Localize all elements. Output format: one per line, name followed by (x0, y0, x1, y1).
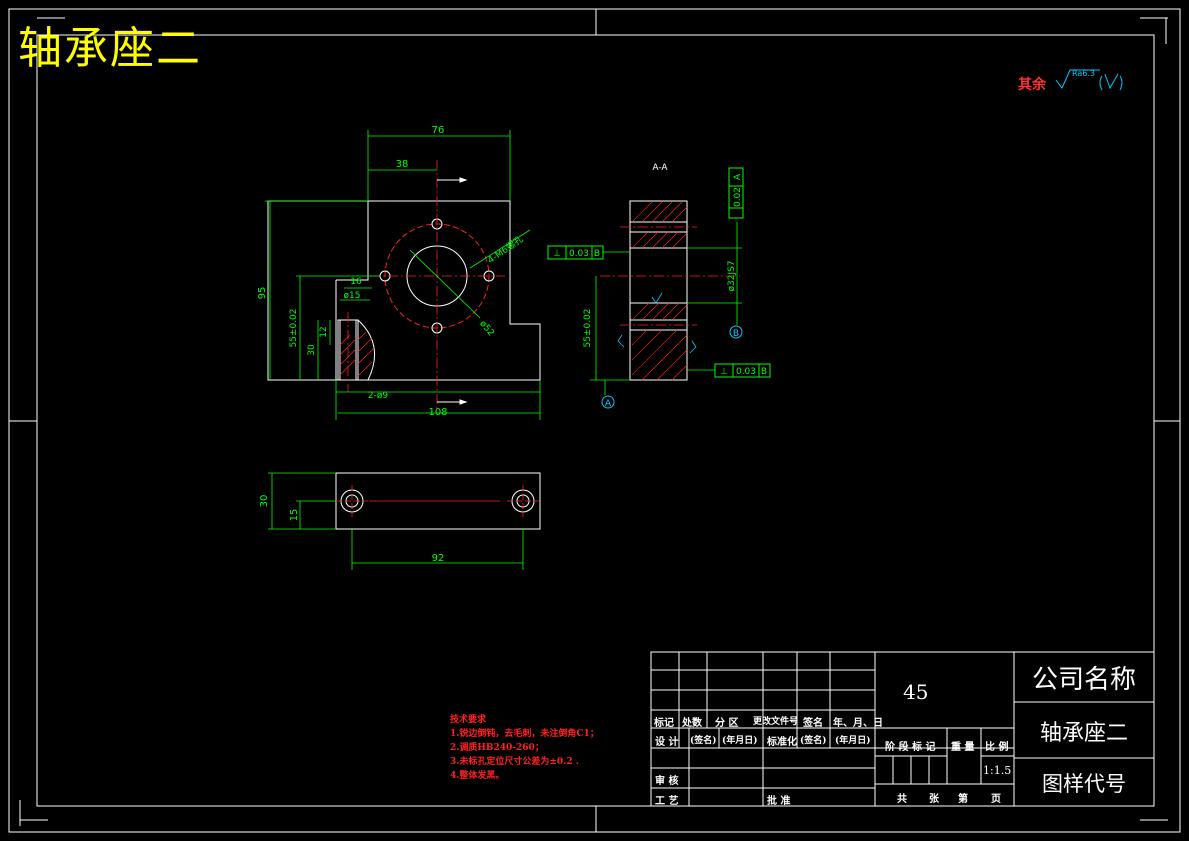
tb-label-gongyi: 工 艺 (655, 796, 679, 807)
dim-phi15: ø15 (344, 291, 361, 301)
section-view: A-A 55±0.02 ø32JS7 0.02 A ⊥ 0.03 B ⊥ 0.0… (547, 163, 771, 409)
tb-label-qianming: 签名 (803, 718, 823, 729)
tb-label-gengai: 更改文件号 (753, 717, 799, 727)
tb-label-biaoji: 标记 (654, 718, 674, 729)
part-name: 轴承座二 (1039, 720, 1128, 746)
dim-38: 38 (396, 159, 409, 170)
tb-label-qianming3: (签名) (800, 736, 827, 746)
bot-dim-30: 30 (259, 495, 270, 508)
sec-dim-bore: ø32JS7 (727, 260, 737, 291)
centering-marks (9, 9, 1180, 832)
tb-label-fenqu: 分 区 (715, 718, 739, 729)
roughness-note-label: 其余 (1018, 77, 1046, 93)
tb-label-bili: 比 例 (985, 742, 1009, 753)
dim-2phi9: 2-ø9 (368, 391, 388, 401)
tb-label-chushu: 处数 (682, 718, 702, 729)
tol-perp1-value: 0.03 (569, 249, 589, 259)
section-hatch (631, 201, 688, 381)
drawing-title: 轴承座二 (18, 23, 202, 74)
dim-76: 76 (432, 125, 445, 136)
drawing-code: 图样代号 (1042, 772, 1126, 796)
tb-label-shenhe: 审 核 (655, 776, 679, 787)
datum-b: B (733, 329, 739, 339)
tb-label-qianming2: (签名) (690, 736, 717, 746)
section-label: A-A (652, 163, 668, 173)
dim-16: 16 (350, 277, 362, 287)
tb-label-nianyueri: 年、月、日 (833, 718, 883, 729)
tol-perp2-value: 0.03 (736, 367, 756, 377)
tech-item: 2.调质HB240-260； (450, 743, 544, 753)
sec-dim-55: 55±0.02 (583, 308, 593, 347)
dim-55: 55±0.02 (289, 308, 299, 347)
tb-label-gong: 共 (897, 794, 907, 805)
tb-label-jieduan: 阶 段 标 记 (885, 742, 936, 753)
tb-label-zhang: 张 (929, 794, 939, 805)
front-view: 76 38 95 16 ø15 55±0.02 30 12 2-ø9 108 4… (257, 125, 541, 420)
tb-label-biaozhunhua: 标准化 (767, 737, 797, 748)
tb-label-pizhun: 批 准 (767, 796, 791, 807)
dim-12: 12 (319, 326, 329, 337)
svg-text:⊥: ⊥ (553, 249, 561, 259)
material: 45 (903, 680, 929, 704)
bottom-view: 30 15 92 (259, 472, 541, 570)
svg-text:⊥: ⊥ (720, 367, 728, 377)
company-name: 公司名称 (1031, 664, 1136, 695)
tech-item: 4.整体发黑。 (450, 771, 505, 781)
tech-heading: 技术要求 (450, 715, 487, 725)
dim-4holes: 4-M6螺孔 (486, 234, 525, 266)
tb-label-di: 第 (958, 794, 968, 805)
tb-label-nianyueri2: (年月日) (722, 736, 758, 746)
dim-108: 108 (428, 407, 447, 418)
bot-dim-15: 15 (289, 509, 300, 522)
tb-label-nianyueri3: (年月日) (835, 736, 871, 746)
tol-perp1-ref: B (594, 249, 600, 259)
tol-parallel-value: 0.02 (733, 187, 743, 207)
tb-label-sheji: 设 计 (655, 737, 679, 748)
outer-frame (8, 8, 1181, 833)
scale-value: 1:1.5 (983, 764, 1012, 777)
tech-item: 3.未标孔定位尺寸公差为±0.2 . (450, 757, 579, 767)
counterbore-hatch (339, 331, 375, 377)
front-dimensions (265, 130, 541, 420)
tb-label-ye: 页 (991, 794, 1001, 805)
tb-label-zhongliang: 重 量 (951, 742, 975, 753)
dim-30: 30 (307, 344, 317, 356)
dim-95: 95 (257, 287, 268, 300)
bot-dim-92: 92 (432, 553, 445, 564)
tech-requirements: 技术要求 1.锐边倒钝，去毛刺，未注倒角C1； 2.调质HB240-260； 3… (450, 713, 599, 783)
tech-item: 1.锐边倒钝，去毛刺，未注倒角C1； (450, 729, 599, 739)
tol-parallel-ref: A (733, 173, 743, 180)
tol-perp2-ref: B (761, 367, 767, 377)
dim-phi52: ø52 (477, 319, 496, 338)
datum-a: A (605, 399, 612, 409)
inner-frame (36, 34, 1155, 807)
roughness-value: Ra6.3 (1072, 69, 1095, 78)
